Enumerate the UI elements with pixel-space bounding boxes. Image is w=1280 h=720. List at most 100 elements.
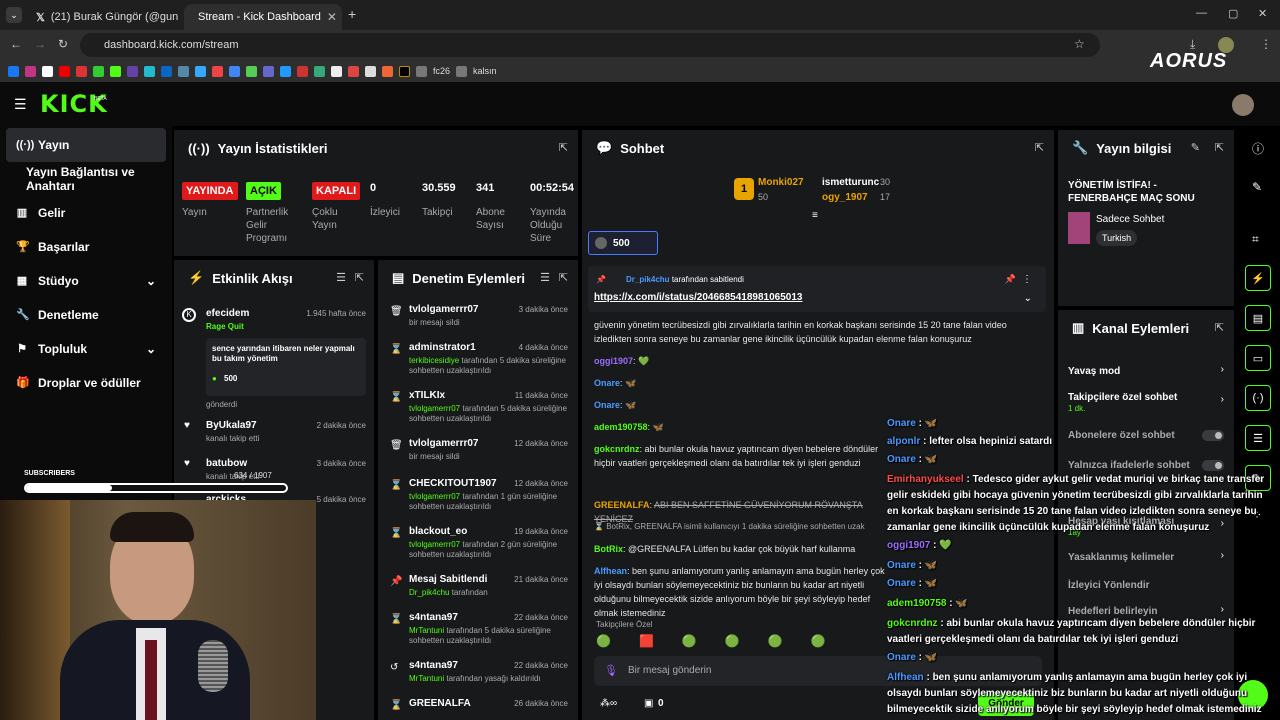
chat-user[interactable]: adem190758 — [594, 422, 648, 432]
bookmark-icon[interactable] — [246, 65, 257, 77]
leader-name[interactable]: Monki027 — [758, 177, 804, 188]
pinned-link[interactable]: https://x.com/i/status/20466854189810650… — [594, 292, 802, 303]
reload-icon[interactable]: ↻ — [58, 37, 68, 51]
docs-icon[interactable] — [229, 65, 240, 77]
bookmark-folder-fc26[interactable]: fc26 — [433, 66, 450, 76]
chat-user[interactable]: Onare — [594, 400, 620, 410]
bookmark-icon[interactable] — [314, 65, 325, 77]
mod-user[interactable]: adminstrator1 — [409, 342, 476, 353]
tag-badge[interactable]: Turkish — [1096, 230, 1138, 246]
bookmark-icon[interactable] — [297, 65, 308, 77]
close-window-icon[interactable]: ✕ — [1258, 7, 1267, 20]
sidebar-item-stream-key[interactable]: Yayın Bağlantısı ve Anahtarı — [16, 162, 176, 196]
mic-icon[interactable]: 🎙 — [604, 664, 618, 677]
unpin-icon[interactable]: 📌 — [1005, 274, 1016, 285]
filter-icon[interactable]: ☰ — [336, 271, 346, 284]
sidebar-item-droplar[interactable]: 🎁 Droplar ve ödüller — [6, 366, 166, 400]
activity-user[interactable]: efecidem — [206, 308, 249, 319]
forward-icon[interactable]: → — [34, 37, 46, 51]
mod-by[interactable]: tvlolgamerrr07 — [409, 492, 460, 501]
bookmark-icon[interactable] — [144, 65, 155, 77]
mod-by[interactable]: tvlolgamerrr07 — [409, 404, 460, 413]
chat-user[interactable]: BotRix — [594, 544, 623, 554]
mod-user[interactable]: tvlolgamerrr07 — [409, 438, 478, 449]
chat-user[interactable]: Onare — [594, 378, 620, 388]
chat-action-button[interactable]: ▭ — [1245, 345, 1271, 371]
bookmark-icon[interactable] — [365, 65, 376, 77]
popout-icon[interactable]: ⇱ — [355, 271, 364, 284]
tab-kick[interactable]: Stream - Kick Dashboard ✕ — [184, 4, 342, 30]
sidebar-item-yayin[interactable]: ((·)) Yayın — [6, 128, 166, 162]
kicks-icon[interactable]: ⁂∞ — [600, 698, 617, 709]
screenshot-icon[interactable]: ⌗ — [1252, 232, 1259, 247]
chevron-down-icon[interactable]: ⌄ — [1024, 293, 1032, 304]
mod-by[interactable]: tvlolgamerrr07 — [409, 540, 460, 549]
folder-icon[interactable] — [416, 65, 427, 77]
instagram-icon[interactable] — [25, 65, 36, 77]
bookmark-icon[interactable] — [263, 65, 274, 77]
leader-name[interactable]: ismetturunc — [822, 177, 879, 188]
mod-user[interactable]: s4ntana97 — [409, 612, 458, 623]
bookmark-icon[interactable] — [195, 65, 206, 77]
popout-icon[interactable]: ⇱ — [1215, 321, 1224, 334]
bookmark-icon[interactable] — [178, 65, 189, 77]
bolt-action-button[interactable]: ⚡ — [1245, 265, 1271, 291]
emote-icon[interactable]: 🟢 — [596, 634, 611, 652]
mod-user[interactable]: blackout_eo — [409, 526, 467, 537]
mod-user[interactable]: GREENALFA — [409, 698, 471, 709]
user-avatar[interactable] — [1232, 94, 1254, 116]
x-icon[interactable] — [42, 65, 53, 77]
category-name[interactable]: Sadece Sohbet — [1096, 214, 1164, 225]
sidebar-item-denetleme[interactable]: 🔧 Denetleme — [6, 298, 166, 332]
emote-icon[interactable]: 🟢 — [725, 634, 740, 652]
menu-icon[interactable]: ⋮ — [1260, 37, 1272, 51]
close-icon[interactable]: ✕ — [327, 10, 337, 24]
popout-icon[interactable]: ⇱ — [559, 271, 568, 284]
bookmark-icon[interactable] — [348, 65, 359, 77]
emote-icon[interactable]: 🟢 — [682, 634, 697, 652]
broadcast-action-button[interactable]: (·) — [1245, 385, 1271, 411]
bookmark-icon[interactable] — [382, 65, 393, 77]
folder-icon[interactable] — [456, 65, 468, 77]
store-icon[interactable]: ▣ — [644, 698, 653, 709]
new-tab-icon[interactable]: + — [348, 6, 356, 22]
emote-icon[interactable]: 🟥 — [639, 634, 654, 652]
popout-icon[interactable]: ⇱ — [1035, 141, 1044, 154]
youtube-icon[interactable] — [59, 65, 70, 77]
tab-list-icon[interactable]: ⌄ — [6, 7, 22, 23]
activity-user[interactable]: ByUkala97 — [206, 420, 257, 431]
info-icon[interactable]: ⓘ — [1252, 140, 1264, 157]
channel-action-slow[interactable]: Yavaş mod › — [1068, 364, 1224, 386]
emote-icon[interactable]: 🟢 — [811, 634, 826, 652]
bookmark-icon[interactable] — [331, 65, 342, 77]
chat-user[interactable]: oggi1907 — [594, 356, 633, 366]
edit-icon[interactable]: ✎ — [1191, 141, 1200, 154]
popout-icon[interactable]: ⇱ — [1215, 141, 1224, 154]
bookmark-icon[interactable] — [93, 65, 104, 77]
popout-icon[interactable]: ⇱ — [559, 141, 568, 154]
leader-name[interactable]: ogy_1907 — [822, 192, 868, 203]
address-bar[interactable]: dashboard.kick.com/stream — [80, 33, 1100, 57]
mod-by[interactable]: MrTantuni — [409, 674, 444, 683]
tab-x[interactable]: 𝕏 (21) Burak Güngör (@gungorbu ✕ — [28, 4, 178, 30]
mod-by[interactable]: MrTantuni — [409, 626, 444, 635]
bookmark-folder-kalsin[interactable]: kalsın — [473, 66, 497, 76]
mod-user[interactable]: s4ntana97 — [409, 660, 458, 671]
chat-user[interactable]: gokcnrdnz — [594, 444, 640, 454]
facebook-icon[interactable] — [8, 65, 19, 77]
mod-user[interactable]: CHECKITOUT1907 — [409, 478, 497, 489]
kicks-pill[interactable]: 500 — [588, 231, 658, 255]
chat-user[interactable]: BotRix, GREENALFA — [606, 522, 682, 531]
sidebar-item-gelir[interactable]: ▥ Gelir — [6, 196, 166, 230]
linkedin-icon[interactable] — [161, 65, 172, 77]
mod-by[interactable]: terkibicesidiye — [409, 356, 459, 365]
gmail-icon[interactable] — [212, 65, 223, 77]
mod-user[interactable]: tvlolgamerrr07 — [409, 304, 478, 315]
kick-icon[interactable] — [110, 65, 121, 77]
chat-user[interactable]: Alfhean — [594, 566, 627, 576]
sidebar-item-studyo[interactable]: ▦ Stüdyo ⌄ — [6, 264, 166, 298]
twitch-icon[interactable] — [127, 65, 138, 77]
pinned-by[interactable]: Dr_pik4chu — [626, 275, 670, 284]
mod-by[interactable]: Dr_pik4chu — [409, 588, 449, 597]
activity-user[interactable]: batubow — [206, 458, 247, 469]
